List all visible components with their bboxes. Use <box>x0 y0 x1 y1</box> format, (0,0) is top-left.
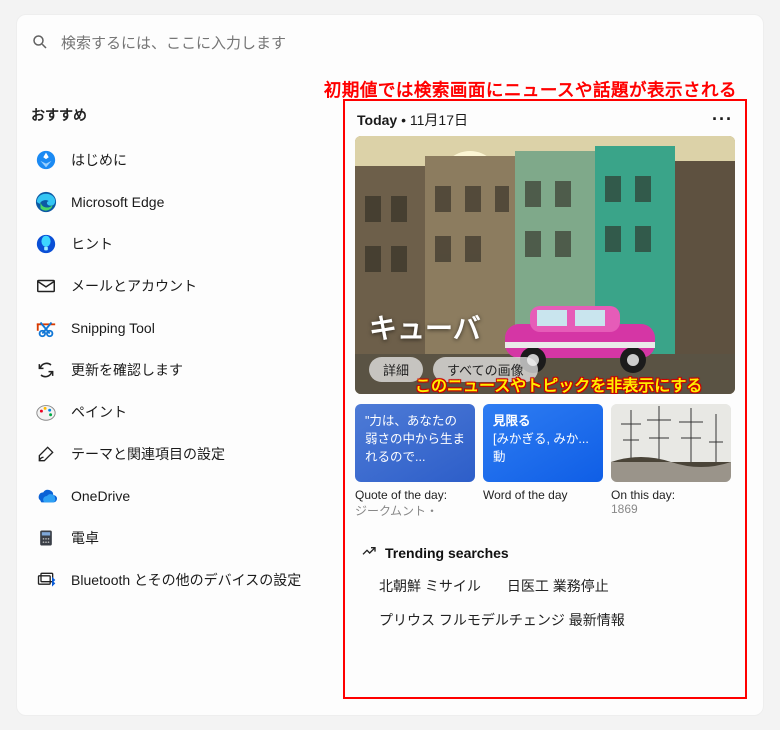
trending-section: Trending searches 北朝鮮 ミサイル 日医工 業務停止 プリウス… <box>355 543 735 644</box>
info-cards-row: "力は、あなたの弱さの中から生まれるので... 見限る [みかぎる, みか...… <box>355 404 735 482</box>
quote-text: "力は、あなたの弱さの中から生まれるので... <box>365 414 465 464</box>
refresh-icon <box>35 359 57 381</box>
trending-icon <box>361 543 377 562</box>
sidebar-item-calculator[interactable]: 電卓 <box>31 517 331 559</box>
theme-icon <box>35 443 57 465</box>
sidebar-item-label: Bluetooth とその他のデバイスの設定 <box>71 570 301 590</box>
getting-started-icon <box>35 149 57 171</box>
recommendations-sidebar: おすすめ はじめに Microsoft Edge ヒント <box>31 105 331 601</box>
sidebar-item-mail[interactable]: メールとアカウント <box>31 265 331 307</box>
sidebar-item-bluetooth[interactable]: Bluetooth とその他のデバイスの設定 <box>31 559 331 601</box>
today-header: Today • 11月17日 ··· <box>355 109 735 136</box>
word-title: 見限る <box>493 414 531 428</box>
paint-icon <box>35 401 57 423</box>
sidebar-item-label: はじめに <box>71 150 127 170</box>
sidebar-item-getting-started[interactable]: はじめに <box>31 139 331 181</box>
sidebar-item-label: メールとアカウント <box>71 276 197 296</box>
history-caption: On this day: 1869 <box>611 488 731 519</box>
word-card[interactable]: 見限る [みかぎる, みか... 動 <box>483 404 603 482</box>
snipping-icon <box>35 317 57 339</box>
sidebar-item-onedrive[interactable]: OneDrive <box>31 475 331 517</box>
more-menu-icon[interactable]: ··· <box>712 109 733 130</box>
hero-pill-images[interactable]: すべての画像 <box>433 357 538 382</box>
tips-icon <box>35 233 57 255</box>
sidebar-item-label: OneDrive <box>71 488 130 504</box>
search-input[interactable] <box>61 35 311 52</box>
sidebar-item-snipping[interactable]: Snipping Tool <box>31 307 331 349</box>
quote-caption: Quote of the day: ジークムント・ <box>355 488 475 519</box>
sidebar-item-label: ヒント <box>71 234 113 254</box>
trending-heading: Trending searches <box>361 543 729 562</box>
sidebar-item-label: 更新を確認します <box>71 360 183 380</box>
sidebar-item-paint[interactable]: ペイント <box>31 391 331 433</box>
search-icon <box>31 33 49 54</box>
calculator-icon <box>35 527 57 549</box>
hero-title: キューバ <box>369 307 538 347</box>
onedrive-icon <box>35 485 57 507</box>
sidebar-item-update[interactable]: 更新を確認します <box>31 349 331 391</box>
sidebar-item-theme[interactable]: テーマと関連項目の設定 <box>31 433 331 475</box>
edge-icon <box>35 191 57 213</box>
today-date: Today • 11月17日 <box>357 110 468 130</box>
today-pane: Today • 11月17日 ··· <box>343 99 747 699</box>
sidebar-item-tips[interactable]: ヒント <box>31 223 331 265</box>
sidebar-item-label: 電卓 <box>71 528 99 548</box>
mail-icon <box>35 275 57 297</box>
sidebar-item-label: Snipping Tool <box>71 320 155 336</box>
sidebar-item-label: ペイント <box>71 402 127 422</box>
search-panel: 初期値では検索画面にニュースや話題が表示される おすすめ はじめに Micros… <box>16 14 764 716</box>
card-captions: Quote of the day: ジークムント・ Word of the da… <box>355 488 735 519</box>
sidebar-item-label: テーマと関連項目の設定 <box>71 444 225 464</box>
hero-pill-detail[interactable]: 詳細 <box>369 357 423 382</box>
quote-card[interactable]: "力は、あなたの弱さの中から生まれるので... <box>355 404 475 482</box>
word-pos: 動 <box>493 450 506 464</box>
recommendations-heading: おすすめ <box>31 105 331 125</box>
hero-card[interactable]: キューバ 詳細 すべての画像 このニュースやトピックを非表示にする <box>355 136 735 394</box>
word-caption: Word of the day <box>483 488 603 519</box>
bluetooth-icon <box>35 569 57 591</box>
trending-item[interactable]: 日医工 業務停止 <box>507 576 609 596</box>
trending-item[interactable]: 北朝鮮 ミサイル <box>379 576 481 596</box>
sidebar-item-label: Microsoft Edge <box>71 194 164 210</box>
trending-item[interactable]: プリウス フルモデルチェンジ 最新情報 <box>379 610 625 630</box>
history-card[interactable] <box>611 404 731 482</box>
search-row <box>17 15 763 62</box>
sidebar-item-edge[interactable]: Microsoft Edge <box>31 181 331 223</box>
word-reading: [みかぎる, みか... <box>493 432 589 446</box>
